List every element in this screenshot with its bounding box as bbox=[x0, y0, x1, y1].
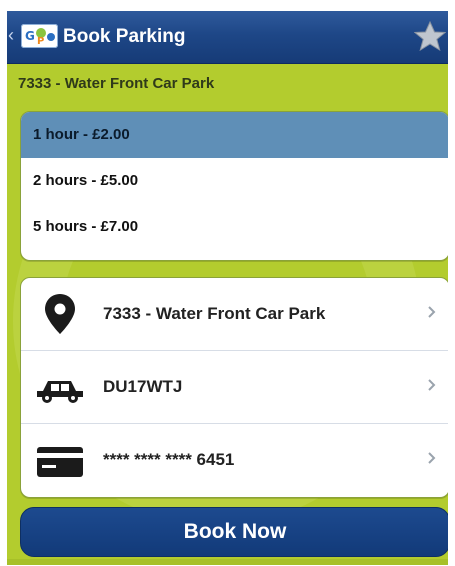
duration-option-5-hours[interactable]: 5 hours - £7.00 bbox=[21, 204, 448, 250]
payment-card-row[interactable]: **** **** **** 6451 bbox=[21, 424, 448, 497]
svg-text:P: P bbox=[37, 36, 44, 47]
svg-text:G: G bbox=[25, 29, 35, 43]
app-screen: ‹ G P Book Parking 7333 - Water Front Ca… bbox=[7, 11, 448, 565]
favorite-star-icon[interactable] bbox=[414, 21, 446, 51]
booking-details-list: 7333 - Water Front Car Park DU17WTJ ****… bbox=[20, 277, 448, 498]
credit-card-icon bbox=[37, 447, 83, 477]
vehicle-row[interactable]: DU17WTJ bbox=[21, 351, 448, 424]
bottom-edge bbox=[7, 559, 448, 565]
app-logo-icon: G P bbox=[21, 24, 58, 48]
header-bar: ‹ G P Book Parking bbox=[7, 11, 448, 64]
chevron-right-icon bbox=[428, 306, 436, 318]
back-chevron-icon[interactable]: ‹ bbox=[8, 23, 18, 47]
location-label: 7333 - Water Front Car Park bbox=[103, 304, 326, 323]
duration-option-1-hour[interactable]: 1 hour - £2.00 bbox=[21, 112, 448, 158]
page-title: Book Parking bbox=[63, 26, 186, 47]
carpark-name-heading: 7333 - Water Front Car Park bbox=[18, 75, 215, 92]
book-now-button[interactable]: Book Now bbox=[20, 507, 448, 557]
location-row[interactable]: 7333 - Water Front Car Park bbox=[21, 278, 448, 351]
car-icon bbox=[37, 381, 83, 403]
chevron-right-icon bbox=[428, 379, 436, 391]
payment-card-number-label: **** **** **** 6451 bbox=[103, 450, 235, 469]
duration-list: 1 hour - £2.00 2 hours - £5.00 5 hours -… bbox=[20, 111, 448, 261]
location-pin-icon bbox=[45, 294, 75, 334]
vehicle-registration-label: DU17WTJ bbox=[103, 377, 183, 396]
chevron-right-icon bbox=[428, 452, 436, 464]
duration-option-2-hours[interactable]: 2 hours - £5.00 bbox=[21, 158, 448, 204]
